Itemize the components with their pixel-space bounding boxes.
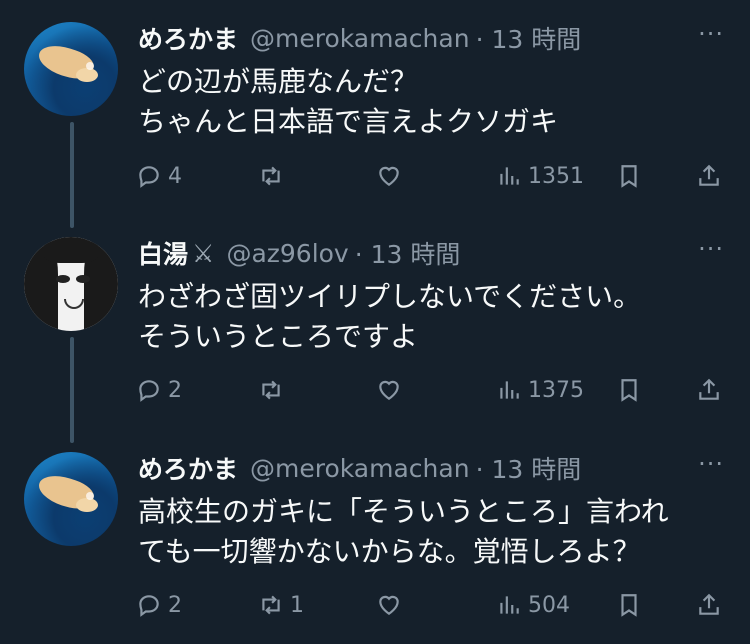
heart-icon: [379, 380, 399, 400]
like-button[interactable]: [376, 163, 408, 189]
user-handle[interactable]: @merokamachan: [250, 24, 470, 53]
retweet-button[interactable]: [258, 377, 290, 403]
views-button[interactable]: 504: [496, 592, 570, 618]
reply-icon: [139, 380, 159, 402]
share-icon: [699, 378, 719, 400]
user-name[interactable]: めろかま: [138, 20, 238, 56]
analytics-icon: [500, 381, 519, 399]
bookmark-button[interactable]: [616, 377, 642, 403]
tweet-text: どの辺が馬鹿なんだ？ ちゃんと日本語で言えよクソガキ: [138, 65, 559, 138]
reply-count: 2: [168, 377, 182, 403]
more-options-icon[interactable]: ···: [698, 450, 724, 478]
retweet-button[interactable]: 1: [258, 592, 304, 618]
retweet-icon: [262, 595, 280, 615]
crossed-swords-icon: ⚔: [192, 238, 215, 268]
avatar[interactable]: [24, 237, 118, 331]
heart-icon: [379, 166, 399, 186]
tweet[interactable]: めろかま @merokamachan · 13 時間 ··· どの辺が馬鹿なんだ…: [0, 0, 750, 215]
tweet-text: 高校生のガキに「そういうところ」言われ ても一切響かないからな。覚悟しろよ？: [138, 495, 669, 568]
views-button[interactable]: 1375: [496, 377, 584, 403]
reply-count: 4: [168, 163, 182, 189]
reply-button[interactable]: 4: [136, 163, 182, 189]
avatar[interactable]: [24, 452, 118, 546]
avatar[interactable]: [24, 22, 118, 116]
reply-count: 2: [168, 592, 182, 618]
retweet-button[interactable]: [258, 163, 290, 189]
bookmark-button[interactable]: [616, 592, 642, 618]
timestamp[interactable]: · 13 時間: [355, 235, 461, 271]
more-options-icon[interactable]: ···: [698, 235, 724, 263]
view-count: 504: [528, 592, 570, 618]
timestamp[interactable]: · 13 時間: [476, 20, 582, 56]
share-button[interactable]: [696, 592, 722, 618]
tweet-text: わざわざ固ツイリプしないでください。 そういうところですよ: [138, 280, 642, 353]
user-handle[interactable]: @merokamachan: [250, 454, 470, 483]
share-icon: [699, 593, 719, 615]
view-count: 1375: [528, 377, 584, 403]
analytics-icon: [500, 167, 519, 185]
like-button[interactable]: [376, 377, 408, 403]
bookmark-icon: [621, 379, 637, 402]
timestamp[interactable]: · 13 時間: [476, 450, 582, 486]
retweet-icon: [262, 166, 280, 186]
view-count: 1351: [528, 163, 584, 189]
more-options-icon[interactable]: ···: [698, 20, 724, 48]
analytics-icon: [500, 596, 519, 614]
views-button[interactable]: 1351: [496, 163, 584, 189]
tweet[interactable]: 白湯 ⚔ @az96lov · 13 時間 ··· わざわざ固ツイリプしないでく…: [0, 215, 750, 430]
bookmark-icon: [621, 165, 637, 188]
bookmark-icon: [621, 594, 637, 617]
reply-button[interactable]: 2: [136, 592, 182, 618]
retweet-count: 1: [290, 592, 304, 618]
reply-icon: [139, 595, 159, 617]
reply-icon: [139, 166, 159, 188]
user-handle[interactable]: @az96lov: [226, 239, 348, 268]
share-button[interactable]: [696, 377, 722, 403]
retweet-icon: [262, 380, 280, 400]
user-name[interactable]: めろかま: [138, 450, 238, 486]
share-icon: [699, 164, 719, 186]
share-button[interactable]: [696, 163, 722, 189]
user-name[interactable]: 白湯: [138, 235, 188, 271]
bookmark-button[interactable]: [616, 163, 642, 189]
heart-icon: [379, 595, 399, 615]
tweet[interactable]: めろかま @merokamachan · 13 時間 ··· 高校生のガキに「そ…: [0, 430, 750, 644]
reply-button[interactable]: 2: [136, 377, 182, 403]
like-button[interactable]: [376, 592, 408, 618]
